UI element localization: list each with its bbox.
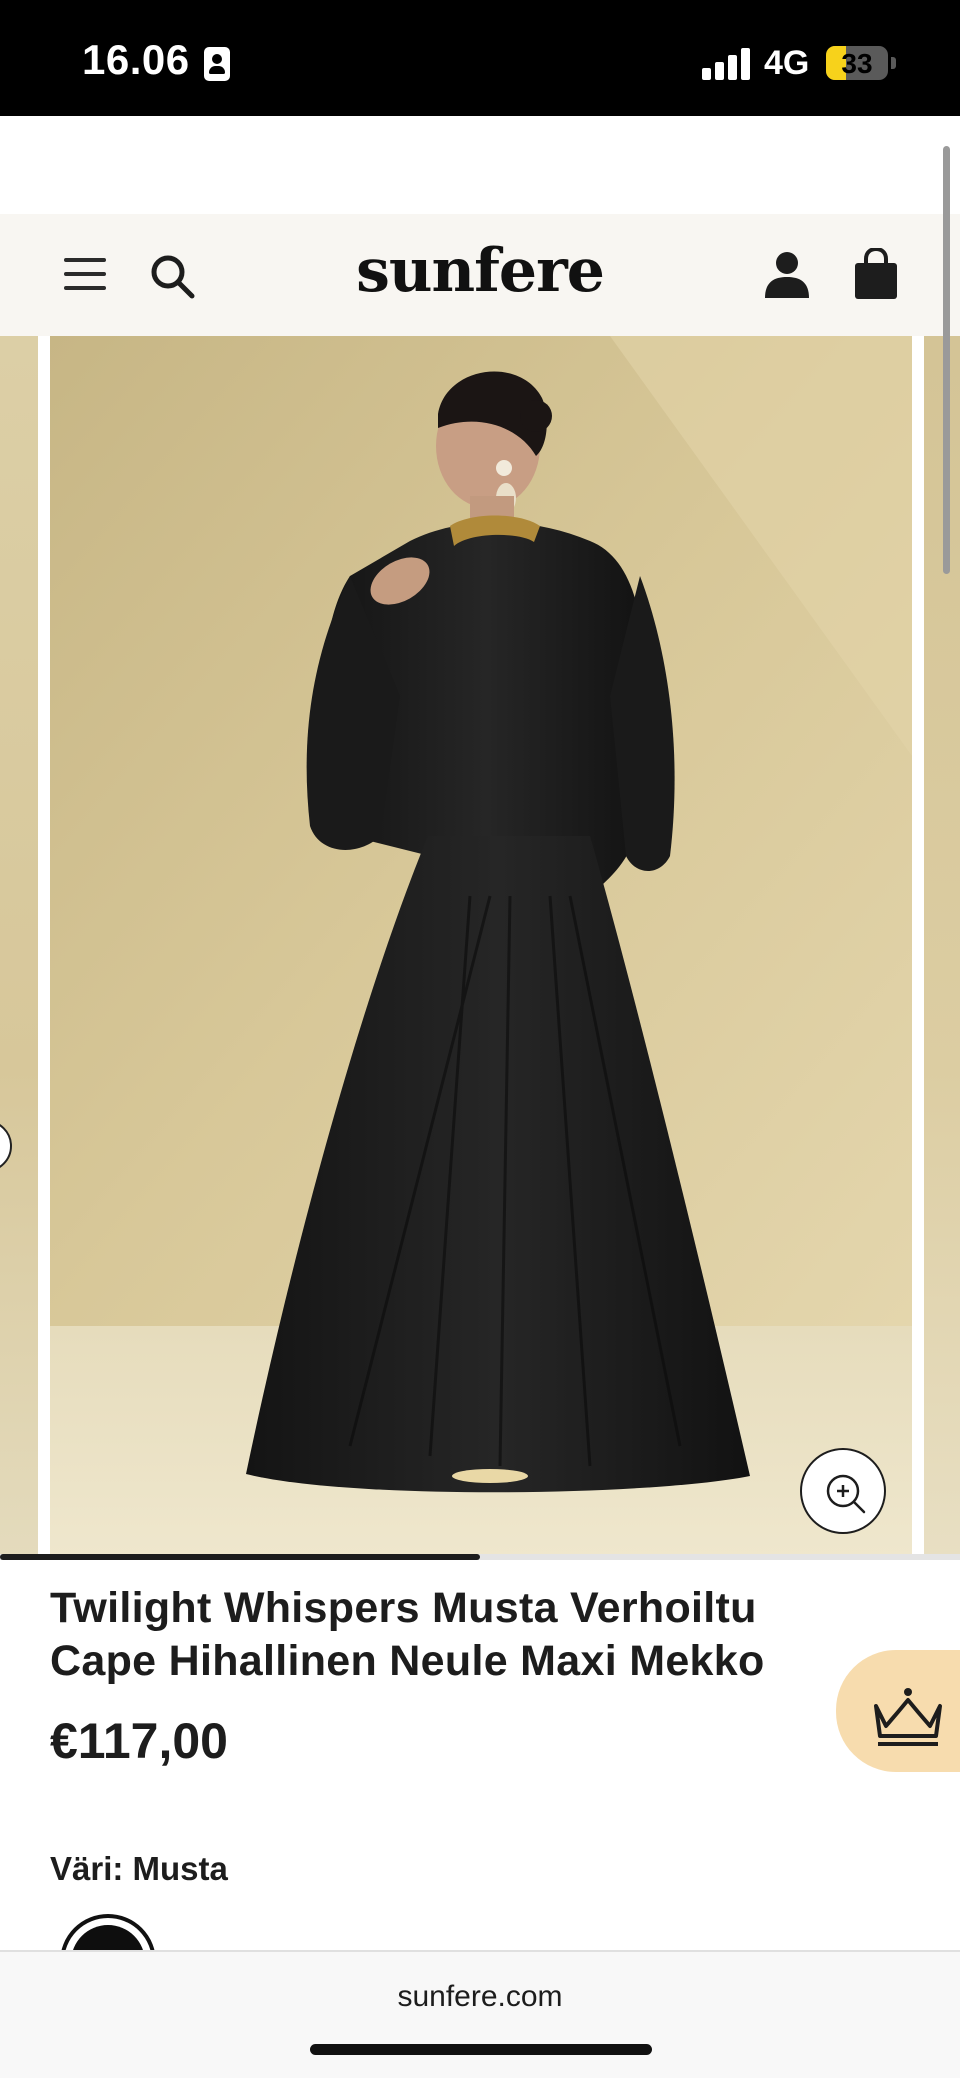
menu-icon[interactable] bbox=[64, 256, 106, 292]
browser-toolbar bbox=[0, 1950, 960, 2078]
gallery-slide-next[interactable] bbox=[924, 336, 960, 1558]
network-type: 4G bbox=[764, 44, 810, 82]
battery-tip bbox=[891, 57, 896, 69]
bag-icon[interactable] bbox=[854, 248, 898, 300]
battery-level: 33 bbox=[841, 48, 873, 79]
zoom-in-glyph bbox=[826, 1474, 866, 1514]
crown-icon bbox=[874, 1688, 942, 1746]
brand-logo[interactable]: sunfere bbox=[340, 236, 620, 306]
signal-icon bbox=[702, 48, 752, 80]
product-photo bbox=[50, 336, 912, 1558]
home-indicator[interactable] bbox=[310, 2044, 652, 2055]
page-scrollbar[interactable] bbox=[943, 146, 950, 574]
gallery-slide-previous[interactable] bbox=[0, 336, 38, 1558]
gallery-progress-fill bbox=[0, 1554, 480, 1560]
product-gallery[interactable] bbox=[0, 336, 960, 1558]
search-icon[interactable] bbox=[148, 252, 196, 300]
gallery-progress bbox=[0, 1554, 960, 1560]
product-title: Twilight Whispers Musta Verhoiltu Cape H… bbox=[50, 1584, 765, 1685]
rewards-button[interactable] bbox=[836, 1650, 960, 1772]
url-display[interactable]: sunfere.com bbox=[0, 1980, 960, 2014]
zoom-in-icon[interactable] bbox=[800, 1448, 886, 1534]
status-bar: 16.06 4G 33 bbox=[0, 0, 960, 116]
account-icon[interactable] bbox=[764, 250, 810, 300]
gallery-slide-current[interactable] bbox=[50, 336, 912, 1558]
color-label: Väri: Musta bbox=[50, 1850, 228, 1887]
announcement-space bbox=[0, 116, 960, 214]
product-price: €117,00 bbox=[50, 1713, 228, 1769]
contact-card-icon bbox=[204, 47, 230, 81]
status-time: 16.06 bbox=[82, 36, 190, 83]
battery-icon: 33 bbox=[826, 46, 888, 80]
